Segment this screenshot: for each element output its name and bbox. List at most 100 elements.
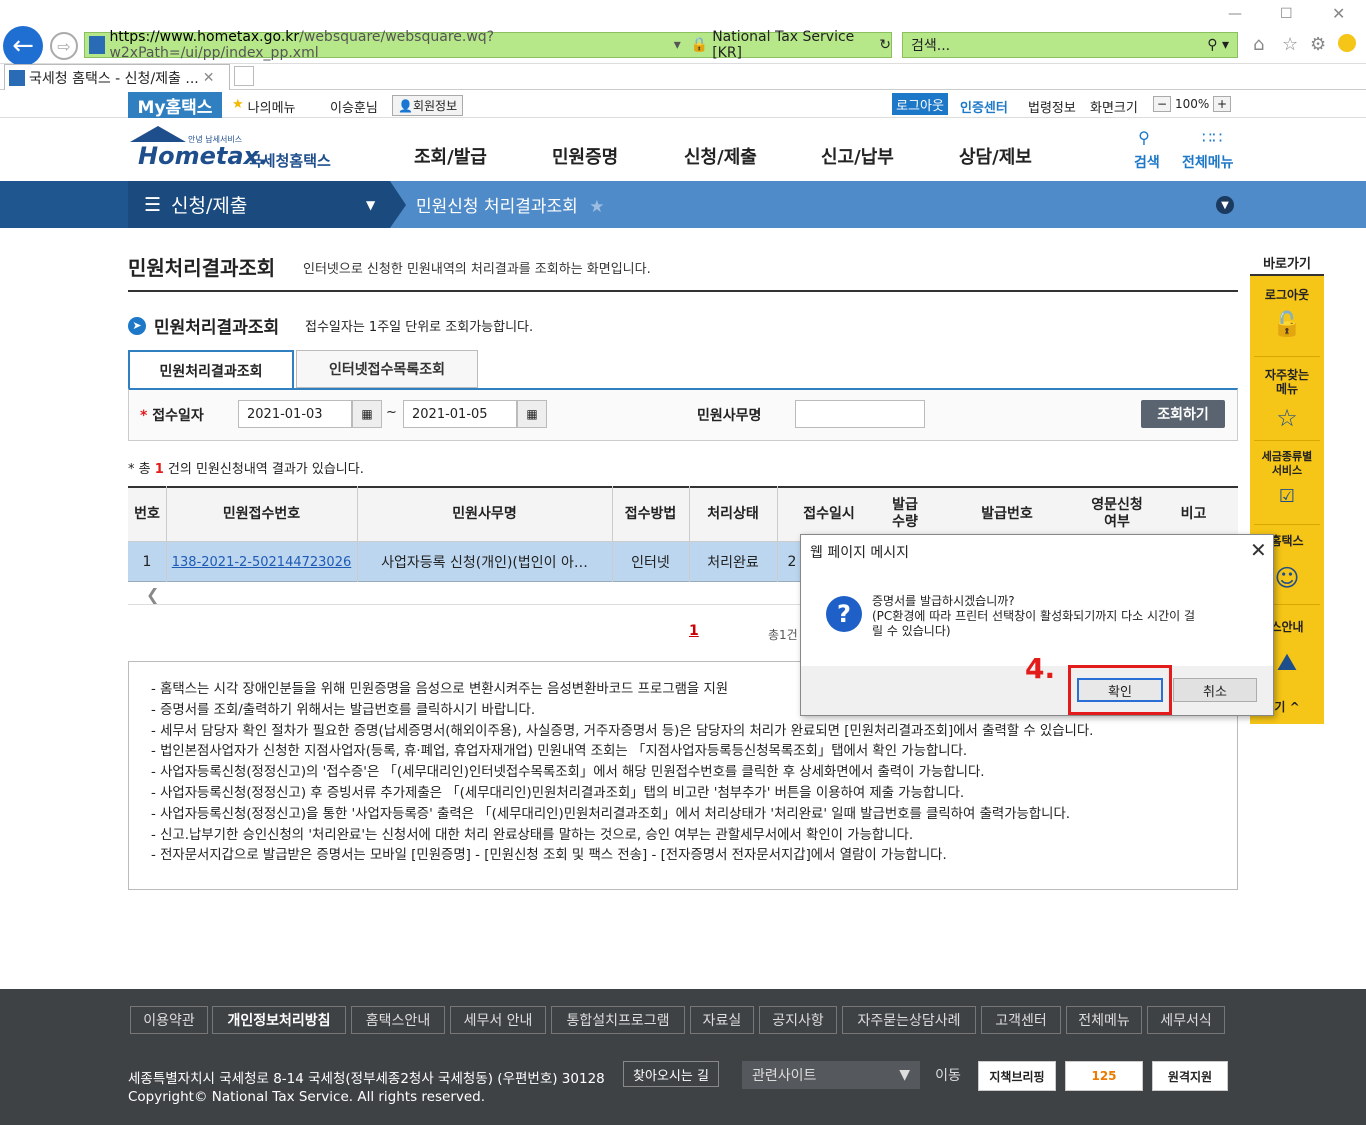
close-icon[interactable]: ✕ [1332,4,1345,23]
site-identity: National Tax Service [KR] [712,29,855,61]
footer-copyright: Copyright© National Tax Service. All rig… [128,1089,486,1105]
related-sites-select[interactable]: 관련사이트 ▼ [742,1061,920,1089]
quick-logout[interactable]: 로그아웃 [1250,286,1324,303]
lock-icon: 🔒 [690,37,709,53]
logout-button[interactable]: 로그아웃 [892,93,948,115]
unlock-icon[interactable]: 🔓 [1250,310,1324,338]
tab-result-inquiry[interactable]: 민원처리결과조회 [128,350,294,389]
note-item: - 세무서 담당자 확인 절차가 필요한 증명(납세증명서(해외이주용), 사실… [151,723,1094,739]
findway-button[interactable]: 찾아오시는 길 [623,1061,719,1087]
law-info-link[interactable]: 법령정보 [1028,97,1076,116]
cert-center-link[interactable]: 인증센터 [960,97,1008,116]
minimize-icon[interactable]: — [1228,6,1242,22]
browser-tab[interactable]: 국세청 홈택스 - 신청/제출 ... ✕ [4,64,230,90]
favorites-star-icon[interactable]: ☆ [1282,34,1298,55]
service-name-label: 민원사무명 [697,408,762,424]
date-tilde: ~ [386,405,397,420]
my-menu-link[interactable]: ★ 나의메뉴 [232,97,296,116]
calendar-icon[interactable]: ▦ [517,400,547,428]
hometax-logo[interactable]: 안녕 납세서비스 Hometax. 국세청홈택스 [128,126,338,174]
th-receipt: 민원접수번호 [222,505,301,522]
title-divider [128,290,1238,292]
cancel-button[interactable]: 취소 [1173,678,1257,702]
favorite-star-icon[interactable]: ★ [589,197,604,217]
footer-all-menu[interactable]: 전체메뉴 [1066,1006,1142,1034]
hamburger-icon: ☰ [144,193,162,216]
forward-arrow-icon[interactable]: ⇨ [50,32,78,60]
address-bar[interactable]: https://www.hometax.go.kr/websquare/webs… [84,29,892,61]
section-title: ➤ 민원처리결과조회 [128,313,279,338]
zoom-in-button[interactable]: + [1213,96,1232,112]
footer-privacy[interactable]: 개인정보처리방침 [212,1006,346,1034]
quick-favorites[interactable]: 자주찾는 메뉴 [1250,368,1324,396]
gear-icon[interactable]: ⚙ [1310,34,1326,55]
note-item: - 전자문서지갑으로 발급받은 증명서는 모바일 [민원증명] - [민원신청 … [151,848,947,864]
footer-terms[interactable]: 이용약관 [130,1006,208,1034]
note-item: - 사업자등록신청(정정신고)을 통한 '사업자등록증' 출력은 「(세무대리인… [151,806,1071,822]
my-hometax-button[interactable]: My홈택스 [128,92,222,118]
section-label: 신청/제출 [171,195,248,217]
header-search-label[interactable]: 검색 [1134,152,1160,172]
step-highlight-box [1068,665,1172,715]
tab-internet-receipt[interactable]: 인터넷접수목록조회 [296,350,478,388]
section-menu[interactable]: ☰ 신청/제출 ▼ [128,181,390,228]
note-item: - 법인본점사업자가 신청한 지점사업자(등록, 휴·폐업, 휴업자재개업) 민… [151,744,968,760]
gnb-consult[interactable]: 상담/제보 [959,143,1032,169]
zoom-out-button[interactable]: − [1153,96,1172,112]
move-button[interactable]: 이동 [926,1061,970,1089]
footer-office[interactable]: 세무서 안내 [450,1006,546,1034]
footer-guide[interactable]: 홈택스안내 [351,1006,445,1034]
date-label: * 접수일자 [140,408,204,424]
breadcrumb-current: 민원신청 처리결과조회 ★ [416,197,605,217]
tab-favicon-icon [9,69,25,86]
gnb-application[interactable]: 신청/제출 [684,143,757,169]
page-number-link[interactable]: 1 [689,623,699,639]
td-status: 처리완료 [707,555,759,571]
back-arrow-icon[interactable]: ← [3,26,43,66]
footer-forms[interactable]: 세무서식 [1147,1006,1225,1034]
date-to-input[interactable]: 2021-01-05 [403,400,517,428]
footer-library[interactable]: 자료실 [690,1006,754,1034]
zoom-level: 100% [1175,97,1210,111]
number-125-badge[interactable]: 125 [1065,1061,1143,1091]
gnb-filing[interactable]: 신고/납부 [821,143,894,169]
calendar-icon[interactable]: ▦ [352,400,382,428]
all-menu-label[interactable]: 전체메뉴 [1182,152,1234,172]
td-no: 1 [142,554,152,570]
grid-menu-icon[interactable]: ∷∷ [1202,128,1222,147]
checkbox-icon[interactable]: ☑ [1250,486,1324,507]
dropdown-icon[interactable]: ▾ [674,37,681,53]
home-icon[interactable]: ⌂ [1253,34,1264,55]
footer-install[interactable]: 통합설치프로그램 [551,1006,685,1034]
smiley-icon[interactable] [1338,34,1356,52]
expand-chevron-icon[interactable]: ▼ [1216,196,1234,214]
search-icon[interactable]: ⚲ ▾ [1207,37,1229,53]
date-from-input[interactable]: 2021-01-03 [238,400,352,428]
maximize-icon[interactable]: ☐ [1280,6,1293,22]
receipt-number-link[interactable]: 138-2021-2-502144723026 [166,542,357,582]
star-outline-icon[interactable]: ☆ [1250,404,1324,432]
caret-down-icon: ▼ [899,1067,910,1083]
remote-support-badge[interactable]: 원격지원 [1152,1061,1228,1091]
quick-tax-service[interactable]: 세금종류별 서비스 [1250,450,1324,478]
tab-close-icon[interactable]: ✕ [203,70,215,86]
query-button[interactable]: 조회하기 [1141,400,1225,428]
scroll-left-icon[interactable]: ❮ [146,585,159,604]
policy-briefing-badge[interactable]: 지책브리핑 [978,1061,1056,1091]
quick-divider [1254,356,1320,357]
footer-notice[interactable]: 공지사항 [759,1006,837,1034]
gnb-inquiry[interactable]: 조회/발급 [414,143,487,169]
refresh-icon[interactable]: ↻ [879,37,891,53]
footer-customer[interactable]: 고객센터 [981,1006,1061,1034]
section-description: 접수일자는 1주일 단위로 조회가능합니다. [305,320,534,335]
browser-search-input[interactable]: 검색... ⚲ ▾ [902,32,1238,58]
service-name-input[interactable] [795,400,925,428]
header-search-icon[interactable]: ⚲ [1132,128,1156,147]
dialog-close-icon[interactable]: ✕ [1250,538,1267,562]
note-item: - 사업자등록신청(정정신고)의 '접수증'은 「(세무대리인)인터넷접수목록조… [151,765,985,781]
footer-faq[interactable]: 자주묻는상담사례 [842,1006,976,1034]
gnb-certificate[interactable]: 민원증명 [552,143,618,169]
new-tab-icon[interactable] [234,66,254,86]
member-info-button[interactable]: 👤회원정보 [392,95,464,116]
quick-divider [1254,524,1320,525]
